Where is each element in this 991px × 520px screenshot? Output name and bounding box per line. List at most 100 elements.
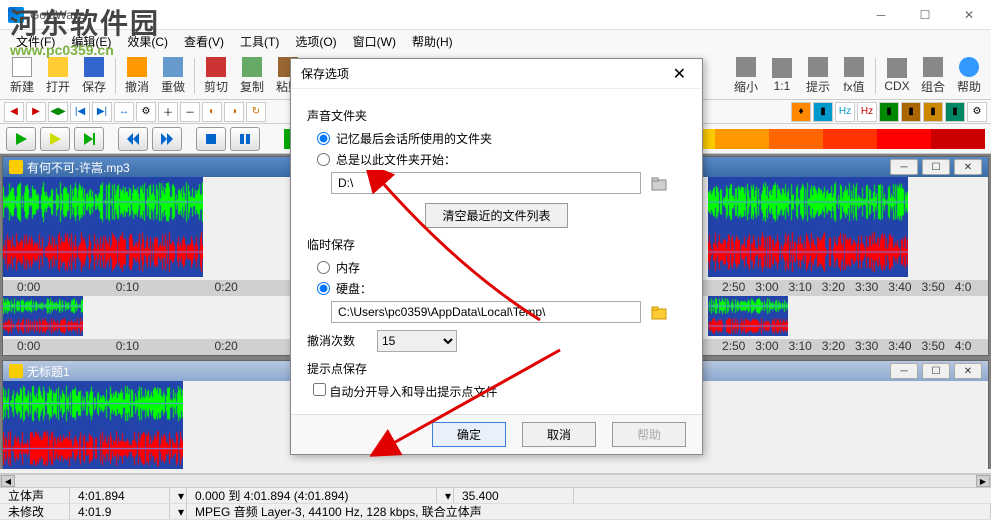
one-to-one-button[interactable]: 1:1: [764, 54, 800, 98]
wave-max-button[interactable]: ☐: [922, 159, 950, 175]
wave-min-button[interactable]: ─: [890, 159, 918, 175]
view1-button[interactable]: ▮: [879, 102, 899, 122]
options-button[interactable]: ⚙: [967, 102, 987, 122]
view2-button[interactable]: ▮: [901, 102, 921, 122]
status-format: MPEG 音频 Layer-3, 44100 Hz, 128 kbps, 联合立…: [187, 504, 991, 519]
pause-button[interactable]: [230, 127, 260, 151]
temp-folder-path-input[interactable]: [331, 301, 641, 323]
fx-button[interactable]: fx值: [836, 54, 872, 98]
horizontal-scrollbar[interactable]: ◀ ▶: [0, 474, 991, 488]
status-channels: 立体声: [0, 488, 70, 503]
spec-button[interactable]: ▮: [813, 102, 833, 122]
hz1-button[interactable]: Hz: [835, 102, 855, 122]
scroll-right-button[interactable]: ▶: [976, 475, 990, 487]
cancel-button[interactable]: 取消: [522, 422, 596, 447]
sel-all-button[interactable]: ↔: [114, 102, 134, 122]
menu-window[interactable]: 窗口(W): [347, 31, 402, 52]
open-button[interactable]: 打开: [40, 54, 76, 98]
dialog-close-button[interactable]: ✕: [667, 64, 692, 84]
zoom-out-edit-button[interactable]: －: [180, 102, 200, 122]
time-ruler-overview-right: 2:503:003:103:203:303:403:504:0: [708, 339, 988, 355]
zoom-out-button[interactable]: 缩小: [728, 54, 764, 98]
radio-remember-input[interactable]: [317, 132, 330, 145]
wave-close-button[interactable]: ✕: [954, 363, 982, 379]
save-button[interactable]: 保存: [76, 54, 112, 98]
dropdown-icon[interactable]: ▾: [437, 488, 454, 503]
radio-always-input[interactable]: [317, 153, 330, 166]
menu-file[interactable]: 文件(F): [10, 31, 61, 52]
waveform-display-right[interactable]: [708, 177, 908, 277]
play-loop-button[interactable]: [74, 127, 104, 151]
menu-help[interactable]: 帮助(H): [406, 31, 459, 52]
cue-auto-split-checkbox[interactable]: 自动分开导入和导出提示点文件: [313, 383, 686, 400]
hint-button[interactable]: 提示: [800, 54, 836, 98]
browse-folder-button[interactable]: [648, 173, 670, 195]
menu-effect[interactable]: 效果(C): [121, 31, 174, 52]
menu-options[interactable]: 选项(O): [289, 31, 342, 52]
radio-disk[interactable]: 硬盘：: [317, 280, 686, 297]
rewind-button[interactable]: [118, 127, 148, 151]
clear-recent-list-button[interactable]: 清空最近的文件列表: [425, 203, 567, 228]
eq-button[interactable]: ♦: [791, 102, 811, 122]
dropdown-icon[interactable]: ▾: [170, 504, 187, 519]
waveform-overview-right[interactable]: [708, 296, 788, 336]
scroll-left-button[interactable]: ◀: [1, 475, 15, 487]
marker-next-button[interactable]: ▶: [26, 102, 46, 122]
stop-button[interactable]: [196, 127, 226, 151]
status-bar: ◀ ▶ 立体声 4:01.894 ▾ 0.000 到 4:01.894 (4:0…: [0, 473, 991, 519]
browse-temp-folder-button[interactable]: [648, 302, 670, 324]
status-modified: 未修改: [0, 504, 70, 519]
waveform-display[interactable]: [3, 177, 203, 277]
wave-file-icon: [9, 364, 23, 378]
play-sel-button[interactable]: [40, 127, 70, 151]
window-titlebar: GoldWave ─ ☐ ✕: [0, 0, 991, 30]
wave-close-button[interactable]: ✕: [954, 159, 982, 175]
undo-button[interactable]: 撤消: [119, 54, 155, 98]
view-button[interactable]: ◐: [202, 102, 222, 122]
undo-count-select[interactable]: 15: [377, 330, 457, 352]
sel-start-button[interactable]: |◀: [70, 102, 90, 122]
menu-edit[interactable]: 编辑(E): [65, 31, 117, 52]
maximize-button[interactable]: ☐: [903, 0, 947, 30]
group-temp-storage: 临时保存: [307, 236, 686, 253]
view4-button[interactable]: ▮: [945, 102, 965, 122]
gear-button[interactable]: ⚙: [136, 102, 156, 122]
view-end-button[interactable]: ◑: [224, 102, 244, 122]
hz2-button[interactable]: Hz: [857, 102, 877, 122]
waveform-overview[interactable]: [3, 296, 83, 336]
wave-max-button[interactable]: ☐: [922, 363, 950, 379]
copy-button[interactable]: 复制: [234, 54, 270, 98]
radio-disk-input[interactable]: [317, 282, 330, 295]
dialog-help-button[interactable]: 帮助: [612, 422, 686, 447]
loop-button[interactable]: ↻: [246, 102, 266, 122]
dialog-titlebar[interactable]: 保存选项 ✕: [291, 59, 702, 89]
close-button[interactable]: ✕: [947, 0, 991, 30]
combine-button[interactable]: 组合: [915, 54, 951, 98]
play-button[interactable]: [6, 127, 36, 151]
radio-remember-folder[interactable]: 记忆最后会话所使用的文件夹: [317, 130, 686, 147]
cut-button[interactable]: 剪切: [198, 54, 234, 98]
group-cue-save: 提示点保存: [307, 360, 686, 377]
wave-min-button[interactable]: ─: [890, 363, 918, 379]
view3-button[interactable]: ▮: [923, 102, 943, 122]
ok-button[interactable]: 确定: [432, 422, 506, 447]
radio-memory-input[interactable]: [317, 261, 330, 274]
marker-expand-button[interactable]: ◀▶: [48, 102, 68, 122]
menu-view[interactable]: 查看(V): [178, 31, 230, 52]
dropdown-icon[interactable]: ▾: [170, 488, 187, 503]
minimize-button[interactable]: ─: [859, 0, 903, 30]
sound-folder-path-input[interactable]: [331, 172, 641, 194]
waveform-display[interactable]: [3, 381, 183, 469]
forward-button[interactable]: [152, 127, 182, 151]
help-button[interactable]: 帮助: [951, 54, 987, 98]
sel-end-button[interactable]: ▶|: [92, 102, 112, 122]
redo-button[interactable]: 重做: [155, 54, 191, 98]
radio-always-folder[interactable]: 总是以此文件夹开始：: [317, 151, 686, 168]
cdx-button[interactable]: CDX: [879, 54, 915, 98]
cue-checkbox-input[interactable]: [313, 383, 326, 396]
zoom-in-edit-button[interactable]: ＋: [158, 102, 178, 122]
menu-tool[interactable]: 工具(T): [234, 31, 285, 52]
radio-memory[interactable]: 内存: [317, 259, 686, 276]
marker-prev-button[interactable]: ◀: [4, 102, 24, 122]
new-button[interactable]: 新建: [4, 54, 40, 98]
